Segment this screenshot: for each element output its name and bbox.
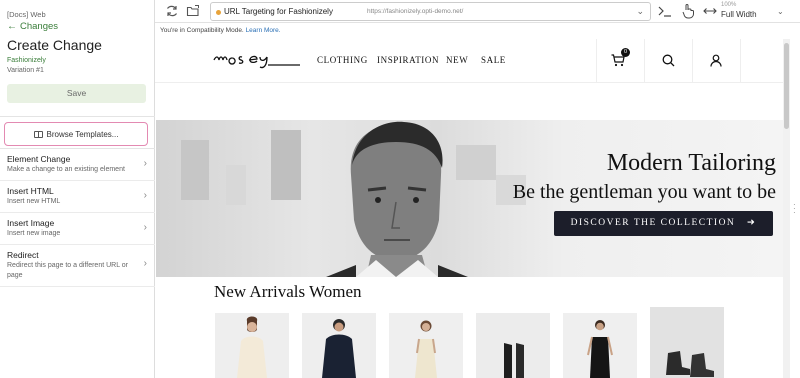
option-insert-html[interactable]: Insert HTML Insert new HTML › [0, 181, 155, 213]
site-header: CLOTHING INSPIRATION NEW SALE 0 [155, 39, 783, 83]
compatibility-notice: You're in Compatibility Mode. Learn More… [160, 27, 281, 34]
scrollbar-thumb[interactable] [784, 43, 789, 129]
editor-toolbar: URL Targeting for Fashionizely https://f… [155, 0, 800, 23]
url-address: https://fashionizely.opti-demo.net/ [367, 8, 464, 15]
product-card[interactable] [215, 313, 289, 378]
chevron-down-icon: ⌄ [636, 6, 644, 16]
resize-handle[interactable]: · · · [793, 201, 796, 217]
discover-collection-button[interactable]: DISCOVER THE COLLECTION ➜ [554, 211, 773, 236]
option-title: Redirect [7, 250, 39, 260]
browse-templates-label: Browse Templates... [46, 129, 119, 139]
nav-inspiration[interactable]: INSPIRATION [377, 55, 439, 65]
refresh-icon[interactable] [165, 4, 179, 18]
chevron-down-icon[interactable]: ⌄ [777, 7, 784, 16]
cart-button[interactable]: 0 [597, 39, 645, 83]
width-resize-icon[interactable] [703, 5, 717, 19]
url-targeting-select[interactable]: URL Targeting for Fashionizely https://f… [210, 2, 651, 21]
product-card[interactable] [563, 313, 637, 378]
product-card[interactable] [389, 313, 463, 378]
option-description: Redirect this page to a different URL or… [7, 262, 129, 279]
product-image [476, 313, 550, 378]
site-preview: You're in Compatibility Mode. Learn More… [155, 23, 800, 378]
nav-sale[interactable]: SALE [481, 55, 506, 65]
browse-templates-button[interactable]: Browse Templates... [4, 122, 148, 146]
chevron-right-icon: › [143, 158, 147, 169]
option-description: Make a change to an existing element [7, 166, 125, 173]
book-icon [33, 130, 43, 138]
arrow-left-icon: ← [7, 21, 17, 32]
account-button[interactable] [693, 39, 741, 83]
search-icon [662, 54, 675, 67]
product-card[interactable] [302, 313, 376, 378]
option-element-change[interactable]: Element Change Make a change to an exist… [0, 149, 155, 181]
back-label: Changes [20, 21, 59, 32]
option-title: Element Change [7, 154, 71, 164]
option-title: Insert HTML [7, 186, 54, 196]
option-description: Insert new HTML [7, 198, 61, 205]
interactive-mode-icon[interactable] [681, 3, 695, 21]
folder-open-icon[interactable] [186, 4, 200, 18]
project-name: Fashionizely [7, 57, 46, 64]
learn-more-link[interactable]: Learn More. [246, 27, 281, 34]
save-button[interactable]: Save [7, 84, 146, 103]
product-image [215, 313, 289, 378]
option-title: Insert Image [7, 218, 55, 228]
compatibility-text: You're in Compatibility Mode. [160, 27, 244, 34]
project-label: [Docs] Web [7, 10, 46, 19]
viewport-width-select[interactable]: Full Width [721, 10, 757, 19]
hero-banner: Modern Tailoring Be the gentleman you wa… [156, 120, 783, 277]
option-redirect[interactable]: Redirect Redirect this page to a differe… [0, 245, 155, 287]
code-editor-icon[interactable] [657, 4, 673, 20]
nav-new[interactable]: NEW [446, 55, 468, 65]
user-icon [710, 54, 722, 67]
cart-count-badge: 0 [621, 48, 630, 57]
back-to-changes-link[interactable]: ← Changes [7, 21, 58, 32]
chevron-right-icon: › [143, 258, 147, 269]
variation-label: Variation #1 [7, 67, 44, 74]
option-description: Insert new image [7, 230, 61, 237]
nav-clothing[interactable]: CLOTHING [317, 55, 368, 65]
product-card[interactable] [476, 313, 550, 378]
section-title: New Arrivals Women [214, 282, 362, 301]
page-title: Create Change [7, 37, 102, 53]
zoom-level: 100% [721, 2, 737, 8]
divider [0, 116, 155, 117]
product-image [563, 313, 637, 378]
cta-label: DISCOVER THE COLLECTION [570, 218, 736, 228]
editor-panel: [Docs] Web ← Changes Create Change Fashi… [0, 0, 155, 378]
search-button[interactable] [645, 39, 693, 83]
hero-title: Modern Tailoring [606, 150, 776, 176]
chevron-right-icon: › [143, 222, 147, 233]
url-targeting-title: URL Targeting for Fashionizely [224, 7, 333, 16]
mosey-logo[interactable] [212, 47, 304, 76]
product-image [389, 313, 463, 378]
product-image [302, 313, 376, 378]
hero-subtitle: Be the gentleman you want to be [512, 181, 776, 203]
product-card[interactable] [650, 307, 724, 378]
option-insert-image[interactable]: Insert Image Insert new image › [0, 213, 155, 245]
header-icons: 0 [596, 39, 741, 83]
product-image [650, 307, 724, 378]
chevron-right-icon: › [143, 190, 147, 201]
arrow-right-icon: ➜ [739, 218, 757, 228]
status-dot [216, 10, 221, 15]
